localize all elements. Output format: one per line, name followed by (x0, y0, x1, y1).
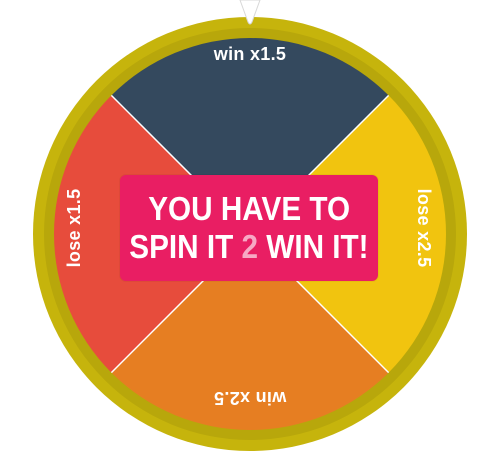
pointer-triangle-icon (239, 0, 261, 25)
segment-label-left: lose x1.5 (64, 189, 84, 268)
spin-button[interactable]: YOU HAVE TO SPIN IT 2 WIN IT! (120, 175, 378, 281)
spin-button-text-2b: WIN IT! (258, 228, 369, 265)
spin-button-text-2a: SPIN IT (129, 228, 242, 265)
spin-button-text-2-accent: 2 (241, 228, 259, 265)
segment-label-top: win x1.5 (213, 44, 286, 64)
spin-button-line-2: SPIN IT 2 WIN IT! (129, 228, 368, 266)
spin-wheel-game: win x1.5 lose x2.5 win x2.5 lose x1.5 YO… (0, 0, 500, 468)
spin-button-line-1: YOU HAVE TO (148, 190, 350, 228)
spin-button-text-1: YOU HAVE TO (148, 190, 350, 227)
segment-label-right: lose x2.5 (414, 189, 434, 268)
segment-label-bottom: win x2.5 (214, 388, 287, 408)
